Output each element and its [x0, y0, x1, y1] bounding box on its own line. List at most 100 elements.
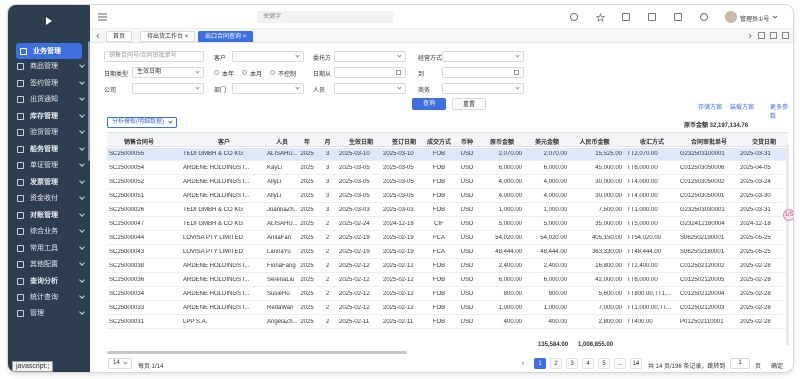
refresh-icon[interactable] — [758, 32, 765, 39]
menu-toggle-icon[interactable] — [98, 13, 107, 21]
star-icon[interactable] — [595, 12, 606, 22]
load-plan-link[interactable]: 装载方案 — [730, 102, 754, 111]
column-header[interactable]: 年 — [297, 137, 317, 146]
contract-no-input[interactable]: 销售合同号/合同审批单号 — [104, 51, 204, 62]
sidebar-item[interactable]: 其他配置 — [8, 256, 90, 272]
sidebar-item[interactable]: 查询分析 — [8, 273, 90, 289]
tab-menu-icon[interactable] — [782, 32, 789, 39]
column-header[interactable]: 合同审批单号 — [680, 137, 738, 146]
info-icon[interactable] — [570, 13, 578, 21]
table-row[interactable]: SC25000031 LPP S.A. AngelaZh... 2025 2 2025-0… — [107, 316, 788, 329]
column-header[interactable]: 销售合同号 — [109, 137, 169, 146]
table-row[interactable]: SC25000054 ARDENE HOLDINGS I... KayLi 2025 3… — [107, 162, 788, 175]
column-header[interactable]: 美元金额 — [527, 137, 567, 146]
radio-year[interactable] — [214, 70, 219, 75]
table-row[interactable]: SC25000036 ARDENE HOLDINGS I... SerenaLiu 2… — [107, 274, 788, 287]
sidebar-item[interactable]: 商品管理 — [8, 58, 90, 74]
chevron-right-icon[interactable]: › — [636, 361, 638, 367]
column-header[interactable]: 生效日期 — [339, 137, 383, 146]
column-header[interactable]: 签订日期 — [383, 137, 425, 146]
fullscreen-icon[interactable] — [648, 13, 656, 21]
chevron-down-icon[interactable] — [772, 14, 778, 20]
floating-chip[interactable]: 1/5 — [783, 209, 793, 221]
close-icon[interactable]: × — [243, 34, 247, 40]
search-input[interactable]: 关键字 — [257, 11, 393, 23]
tab-export-contract-query[interactable]: 出口合同查询 × — [198, 31, 254, 42]
tab-home[interactable]: 首页 — [106, 31, 133, 42]
dept-select[interactable] — [232, 83, 304, 94]
staff-select[interactable] — [334, 83, 406, 94]
company-select[interactable] — [132, 83, 204, 94]
sidebar-item[interactable]: 签约管理 — [8, 75, 90, 91]
more-params-link[interactable]: 更多参数 — [770, 102, 793, 120]
table-row[interactable]: SC25000033 ARDENE HOLDINGS I... RedaWan 202… — [107, 302, 788, 315]
sidebar-item[interactable]: 发票管理 — [8, 174, 90, 190]
page-size-select[interactable]: 14 — [108, 358, 132, 369]
query-button[interactable]: 查询 — [412, 98, 446, 110]
page-button[interactable]: 4 — [582, 358, 594, 369]
close-all-icon[interactable] — [770, 32, 777, 39]
sidebar-item[interactable]: 统计查询 — [8, 289, 90, 305]
sidebar-item[interactable]: 综合业务 — [8, 223, 90, 239]
table-row[interactable]: SC25000026 TEDI GMBH & CO KG JoannaZh... 20… — [107, 204, 788, 217]
chevron-right-icon[interactable] — [747, 33, 753, 39]
column-header[interactable]: 币种 — [455, 137, 479, 146]
jump-page-input[interactable]: 1 — [730, 358, 750, 369]
gear-icon[interactable] — [700, 13, 708, 21]
date-to-input[interactable] — [442, 67, 524, 78]
sidebar-item[interactable]: 业务管理 — [16, 43, 82, 59]
vertical-scrollbar[interactable] — [786, 145, 789, 345]
tab-shipping-workbench[interactable]: 待出货工作台 × — [140, 31, 196, 42]
customer-select[interactable] — [232, 51, 304, 62]
column-header[interactable]: 人民币金额 — [567, 137, 622, 146]
sidebar-item[interactable]: 对账管理 — [8, 207, 90, 223]
reset-button[interactable]: 重置 — [452, 98, 486, 110]
page-button[interactable]: 3 — [566, 358, 578, 369]
sidebar-item[interactable]: 验货管理 — [8, 124, 90, 140]
sidebar-item[interactable]: 资金收付 — [8, 190, 90, 206]
column-header[interactable]: 客户 — [183, 137, 265, 146]
column-header[interactable]: 收汇方式 — [627, 137, 677, 146]
template-select[interactable]: 分析模板(明细数据) — [107, 117, 177, 128]
date-from-input[interactable] — [334, 67, 406, 78]
sidebar-item[interactable]: 船务管理 — [8, 141, 90, 157]
table-row[interactable]: SC25000052 ARDENE HOLDINGS I... AllyLi 2025… — [107, 176, 788, 189]
chevron-left-icon[interactable]: ‹ — [522, 361, 524, 367]
column-header[interactable]: 交货日期 — [740, 137, 788, 146]
sidebar-item[interactable]: 出货通知 — [8, 91, 90, 107]
radio-month[interactable] — [242, 70, 247, 75]
sidebar-item[interactable]: 库存管理 — [8, 108, 90, 124]
sidebar-item[interactable]: 单证管理 — [8, 157, 90, 173]
table-row[interactable]: SC25000044 LOVISA PTY LIMITED AnitaFan 2025… — [107, 232, 788, 245]
table-row[interactable]: SC25000047 TEDI GMBH & CO KG ALISAHU... 202… — [107, 218, 788, 231]
date-type-select[interactable]: 生效日期 — [132, 67, 204, 78]
avatar[interactable] — [725, 11, 737, 23]
biz-mode-select[interactable] — [442, 51, 524, 62]
confirm-button[interactable]: 确定 — [771, 361, 783, 370]
save-plan-link[interactable]: 存储方案 — [698, 102, 722, 111]
horizontal-scrollbar[interactable] — [107, 351, 407, 354]
chevron-left-icon[interactable] — [95, 33, 101, 39]
page-button[interactable]: 2 — [550, 358, 562, 369]
message-icon[interactable] — [622, 13, 630, 21]
column-header[interactable]: 原币金额 — [482, 137, 522, 146]
user-name[interactable]: 管理员①号 — [740, 14, 769, 23]
radio-none[interactable] — [270, 70, 275, 75]
lock-icon[interactable] — [674, 13, 682, 21]
table-row[interactable]: SC25000055 TEDI GMBH & CO KG ALISAHU... 202… — [107, 148, 788, 161]
merch-select[interactable] — [442, 83, 524, 94]
table-row[interactable]: SC25000051 ARDENE HOLDINGS I... AllyLi 2025… — [107, 190, 788, 203]
sidebar-scrollbar[interactable] — [88, 41, 90, 161]
page-button[interactable]: ... — [614, 358, 626, 369]
column-header[interactable]: 人员 — [267, 137, 297, 146]
table-row[interactable]: SC25000038 ARDENE HOLDINGS I... FionaFang 2… — [107, 260, 788, 273]
page-button[interactable]: 5 — [598, 358, 610, 369]
page-button[interactable]: 1 — [534, 358, 546, 369]
close-icon[interactable]: × — [185, 34, 189, 40]
table-row[interactable]: SC25000043 LOVISA PTY LIMITED LannaYu 2025 2… — [107, 246, 788, 259]
consignor-select[interactable] — [334, 51, 406, 62]
sidebar-item[interactable]: 常用工具 — [8, 240, 90, 256]
sidebar-item[interactable]: 管理 — [8, 305, 90, 321]
table-row[interactable]: SC25000034 ARDENE HOLDINGS I... SusieHu 202… — [107, 288, 788, 301]
column-header[interactable]: 成交方式 — [425, 137, 453, 146]
